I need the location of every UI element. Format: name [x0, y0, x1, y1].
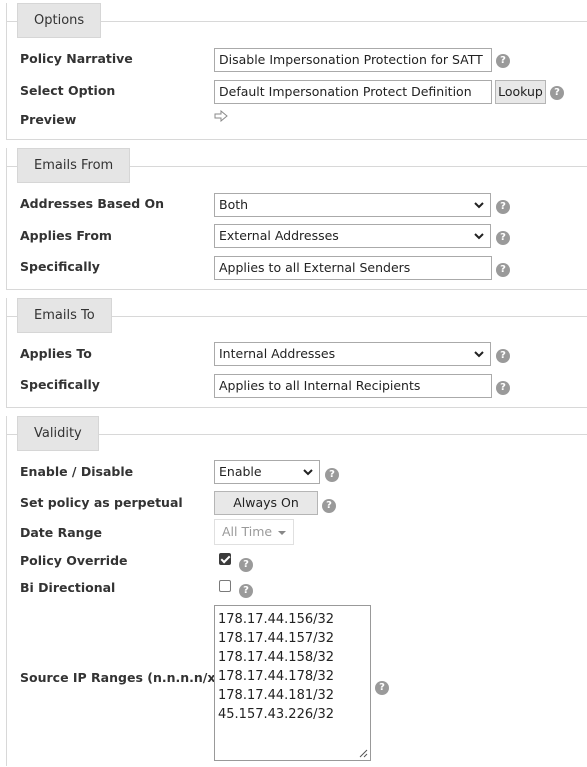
help-icon[interactable]: ? — [375, 681, 389, 695]
addresses-based-on-value: Both — [219, 197, 249, 212]
select-option-label: Select Option — [20, 83, 116, 98]
chevron-down-icon — [474, 351, 484, 358]
help-icon[interactable]: ? — [550, 86, 564, 100]
emails-to-section: Emails To Applies To Internal Addresses … — [6, 298, 587, 408]
enable-disable-label: Enable / Disable — [20, 464, 134, 479]
help-icon[interactable]: ? — [239, 584, 253, 598]
specifically-from-input[interactable]: Applies to all External Senders — [214, 256, 492, 280]
policy-override-label: Policy Override — [20, 553, 128, 568]
date-range-value: All Time — [222, 524, 273, 539]
help-icon[interactable]: ? — [496, 200, 510, 214]
applies-to-value: Internal Addresses — [219, 346, 336, 361]
chevron-down-icon — [303, 469, 313, 476]
policy-narrative-input[interactable]: Disable Impersonation Protection for SAT… — [214, 48, 492, 72]
help-icon[interactable]: ? — [239, 558, 253, 572]
validity-section: Validity Enable / Disable Enable ? Set p… — [6, 416, 587, 766]
bi-directional-checkbox[interactable] — [219, 580, 231, 592]
date-range-label: Date Range — [20, 525, 103, 540]
help-icon[interactable]: ? — [496, 381, 510, 395]
policy-narrative-label: Policy Narrative — [20, 51, 133, 66]
arrow-right-icon[interactable] — [214, 109, 228, 126]
preview-label: Preview — [20, 112, 77, 127]
emails-to-tab: Emails To — [17, 298, 112, 333]
lookup-button[interactable]: Lookup — [495, 80, 546, 104]
enable-disable-value: Enable — [219, 464, 262, 479]
source-ip-line: 45.157.43.226/32 — [218, 707, 335, 722]
policy-override-checkbox[interactable] — [219, 553, 231, 565]
source-ip-textarea[interactable]: 178.17.44.156/32 178.17.44.157/32 178.17.4… — [214, 605, 371, 761]
help-icon[interactable]: ? — [496, 349, 510, 363]
applies-from-label: Applies From — [20, 228, 112, 243]
specifically-to-label: Specifically — [20, 377, 100, 392]
help-icon[interactable]: ? — [496, 54, 510, 68]
enable-disable-select[interactable]: Enable — [214, 460, 320, 484]
applies-from-select[interactable]: External Addresses — [214, 224, 491, 248]
help-icon[interactable]: ? — [325, 468, 339, 482]
caret-down-icon — [278, 530, 287, 535]
source-ip-line: 178.17.44.181/32 — [218, 688, 335, 703]
emails-from-section: Emails From Addresses Based On Both ? Ap… — [6, 148, 587, 290]
validity-tab: Validity — [17, 416, 99, 451]
applies-to-select[interactable]: Internal Addresses — [214, 342, 491, 366]
help-icon[interactable]: ? — [322, 499, 336, 513]
source-ip-label: Source IP Ranges (n.n.n.n/x) — [20, 670, 222, 685]
chevron-down-icon — [474, 233, 484, 240]
source-ip-line: 178.17.44.156/32 — [218, 612, 335, 627]
applies-from-value: External Addresses — [219, 228, 339, 243]
options-tab: Options — [17, 3, 102, 38]
emails-from-tab: Emails From — [17, 148, 131, 183]
options-section: Options Policy Narrative Disable Imperso… — [6, 3, 587, 140]
bi-directional-label: Bi Directional — [20, 580, 116, 595]
specifically-from-label: Specifically — [20, 259, 100, 274]
applies-to-label: Applies To — [20, 346, 92, 361]
select-option-input[interactable]: Default Impersonation Protect Definition — [214, 80, 492, 104]
source-ip-line: 178.17.44.158/32 — [218, 650, 335, 665]
source-ip-line: 178.17.44.178/32 — [218, 669, 335, 684]
source-ip-line: 178.17.44.157/32 — [218, 631, 335, 646]
help-icon[interactable]: ? — [496, 231, 510, 245]
date-range-dropdown[interactable]: All Time — [214, 519, 295, 545]
help-icon[interactable]: ? — [496, 263, 510, 277]
perpetual-label: Set policy as perpetual — [20, 495, 183, 510]
resize-handle-icon[interactable] — [358, 748, 368, 758]
specifically-to-input[interactable]: Applies to all Internal Recipients — [214, 374, 492, 398]
addresses-based-on-select[interactable]: Both — [214, 193, 491, 217]
always-on-button[interactable]: Always On — [214, 491, 318, 515]
chevron-down-icon — [474, 202, 484, 209]
addresses-based-on-label: Addresses Based On — [20, 196, 165, 211]
